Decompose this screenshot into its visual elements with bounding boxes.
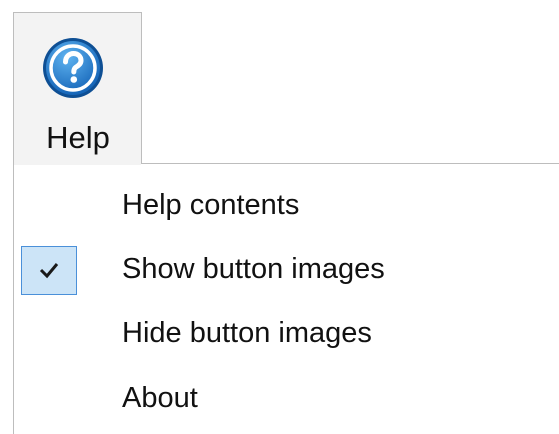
menu-item-show-button-images[interactable]: Show button images bbox=[14, 242, 559, 298]
checkmark-icon bbox=[39, 263, 59, 279]
menu-item-hide-button-images[interactable]: Hide button images bbox=[14, 306, 559, 362]
checked-indicator bbox=[21, 246, 77, 295]
help-ribbon-button[interactable]: Help bbox=[13, 12, 142, 164]
menu-item-label: About bbox=[122, 382, 198, 414]
menu-item-label: Show button images bbox=[122, 253, 385, 285]
help-dropdown-menu: Help contents Show button images Hide bu… bbox=[13, 163, 559, 434]
button-menu-join bbox=[14, 163, 141, 165]
menu-item-about[interactable]: About bbox=[14, 371, 559, 427]
help-button-label: Help bbox=[46, 120, 110, 155]
menu-item-label: Hide button images bbox=[122, 317, 372, 349]
menu-item-label: Help contents bbox=[122, 189, 300, 221]
question-circle-icon bbox=[43, 38, 103, 98]
app-window: Help Help contents Show button images Hi… bbox=[0, 0, 559, 434]
menu-item-help-contents[interactable]: Help contents bbox=[14, 178, 559, 234]
